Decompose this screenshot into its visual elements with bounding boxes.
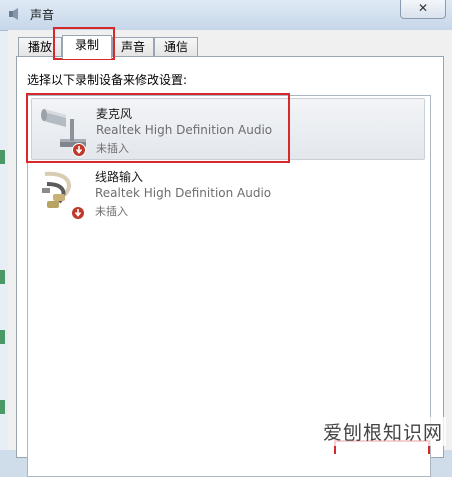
unplugged-badge-icon bbox=[71, 206, 85, 220]
device-name: 麦克风 bbox=[96, 107, 133, 121]
device-microphone[interactable]: 麦克风 Realtek High Definition Audio 未插入 bbox=[31, 98, 425, 160]
speaker-icon bbox=[9, 8, 18, 20]
watermark: 爱刨根知识网 bbox=[319, 417, 446, 446]
tab-sounds[interactable]: 声音 bbox=[112, 37, 154, 57]
instruction-text: 选择以下录制设备来修改设置: bbox=[27, 73, 188, 87]
device-driver: Realtek High Definition Audio bbox=[95, 186, 272, 200]
sound-dialog: 播放 录制 声音 通信 选择以下录制设备来修改设置: 麦克风 Realtek H… bbox=[8, 30, 452, 477]
window-title: 声音 bbox=[30, 8, 55, 22]
device-driver: Realtek High Definition Audio bbox=[96, 123, 273, 137]
device-name: 线路输入 bbox=[95, 170, 144, 184]
device-status: 未插入 bbox=[96, 142, 129, 155]
device-status: 未插入 bbox=[95, 205, 128, 218]
tab-playback[interactable]: 播放 bbox=[18, 37, 62, 57]
background-window-strip bbox=[0, 0, 8, 450]
recording-panel: 选择以下录制设备来修改设置: 麦克风 Realtek High Definiti… bbox=[16, 56, 444, 477]
unplugged-badge-icon bbox=[72, 143, 86, 157]
close-button[interactable]: ✕ bbox=[400, 0, 446, 19]
tab-recording[interactable]: 录制 bbox=[62, 35, 112, 59]
title-bar[interactable]: 声音 ✕ bbox=[0, 0, 452, 31]
tab-communications[interactable]: 通信 bbox=[154, 37, 198, 57]
device-line-in[interactable]: 线路输入 Realtek High Definition Audio 未插入 bbox=[31, 162, 423, 222]
